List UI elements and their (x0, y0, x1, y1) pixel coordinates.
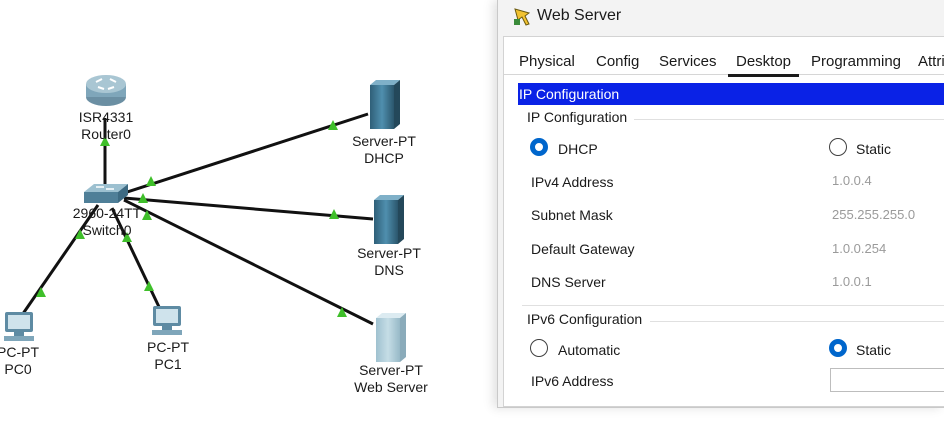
tab-services[interactable]: Services (659, 53, 717, 70)
router-name-label: Router0 (81, 126, 131, 142)
ipv6-section-title: IPv6 Configuration (527, 311, 643, 327)
dhcp-server-model-label: Server-PT (352, 133, 416, 149)
web-server-name-label: Web Server (354, 379, 428, 395)
dhcp-server-name-label: DHCP (364, 150, 404, 166)
pc0-name-label: PC0 (4, 361, 31, 377)
ipv6-automatic-radio-label: Automatic (558, 342, 621, 358)
window-title: Web Server (537, 7, 622, 24)
dns-server-model-label: Server-PT (357, 245, 421, 261)
dhcp-server-device[interactable]: Server-PT DHCP (352, 80, 416, 166)
web-server-model-label: Server-PT (359, 362, 423, 378)
server-icon (376, 318, 400, 362)
web-server-device[interactable]: Server-PT Web Server (354, 313, 428, 395)
link-status-triangle (146, 176, 156, 186)
link-status-triangle (144, 281, 154, 291)
ipv6-address-input[interactable] (830, 368, 944, 392)
ipv4-address-field[interactable]: 1.0.0.4 (830, 169, 944, 193)
tab-config[interactable]: Config (596, 53, 639, 70)
link-status-triangle (337, 307, 347, 317)
ipv6-automatic-radio[interactable] (530, 339, 548, 357)
packet-tracer-app-icon (512, 7, 532, 27)
window-client-area: Physical Config Services Desktop Program… (503, 36, 944, 407)
switch-model-label: 2960-24TT (73, 205, 142, 221)
server-icon (374, 200, 398, 244)
default-gateway-label: Default Gateway (531, 241, 635, 257)
pc1-name-label: PC1 (154, 356, 181, 372)
window-titlebar[interactable]: Web Server (498, 0, 944, 36)
ipv6-static-radio-label: Static (856, 342, 892, 358)
server-icon (370, 85, 394, 129)
section-divider (650, 321, 944, 322)
pc0-device[interactable]: PC-PT PC0 (0, 312, 39, 377)
router-model-label: ISR4331 (79, 109, 134, 125)
ipv6-address-label: IPv6 Address (531, 373, 614, 389)
router-device[interactable]: ISR4331 Router0 (79, 75, 134, 142)
dhcp-radio[interactable] (530, 138, 548, 156)
dns-server-device[interactable]: Server-PT DNS (357, 195, 421, 278)
ip-configuration-header[interactable]: IP Configuration (518, 83, 944, 105)
dns-server-field[interactable]: 1.0.0.1 (830, 270, 944, 294)
dhcp-radio-label: DHCP (558, 141, 598, 157)
tab-attributes[interactable]: Attri (918, 53, 944, 70)
pc1-device[interactable]: PC-PT PC1 (147, 306, 189, 372)
section-divider (522, 305, 944, 306)
tab-desktop[interactable]: Desktop (727, 53, 800, 77)
tab-physical[interactable]: Physical (519, 53, 575, 70)
static-radio-label: Static (856, 141, 892, 157)
pc1-model-label: PC-PT (147, 339, 189, 355)
dns-server-label: DNS Server (531, 274, 606, 290)
section-divider (634, 119, 944, 120)
link-status-triangle (142, 210, 152, 220)
web-server-window: Web Server Physical Config Services Desk… (497, 0, 944, 408)
ipv4-section-title: IP Configuration (527, 109, 628, 125)
dns-server-name-label: DNS (374, 262, 404, 278)
default-gateway-field[interactable]: 1.0.0.254 (830, 237, 944, 261)
ipv4-address-label: IPv4 Address (531, 174, 614, 190)
switch-name-label: Switch0 (82, 222, 131, 238)
tab-programming[interactable]: Programming (811, 53, 901, 70)
tab-bar: Physical Config Services Desktop Program… (504, 37, 944, 77)
pc0-model-label: PC-PT (0, 344, 39, 360)
subnet-mask-field[interactable]: 255.255.255.0 (830, 203, 944, 227)
network-topology-canvas[interactable]: ISR4331 Router0 2960-24TT Switch0 PC-PT … (0, 0, 500, 421)
static-radio[interactable] (829, 138, 847, 156)
ipv6-static-radio[interactable] (829, 339, 847, 357)
ip-configuration-panel: IP Configuration IP Configuration DHCP S… (518, 83, 944, 406)
subnet-mask-label: Subnet Mask (531, 207, 613, 223)
